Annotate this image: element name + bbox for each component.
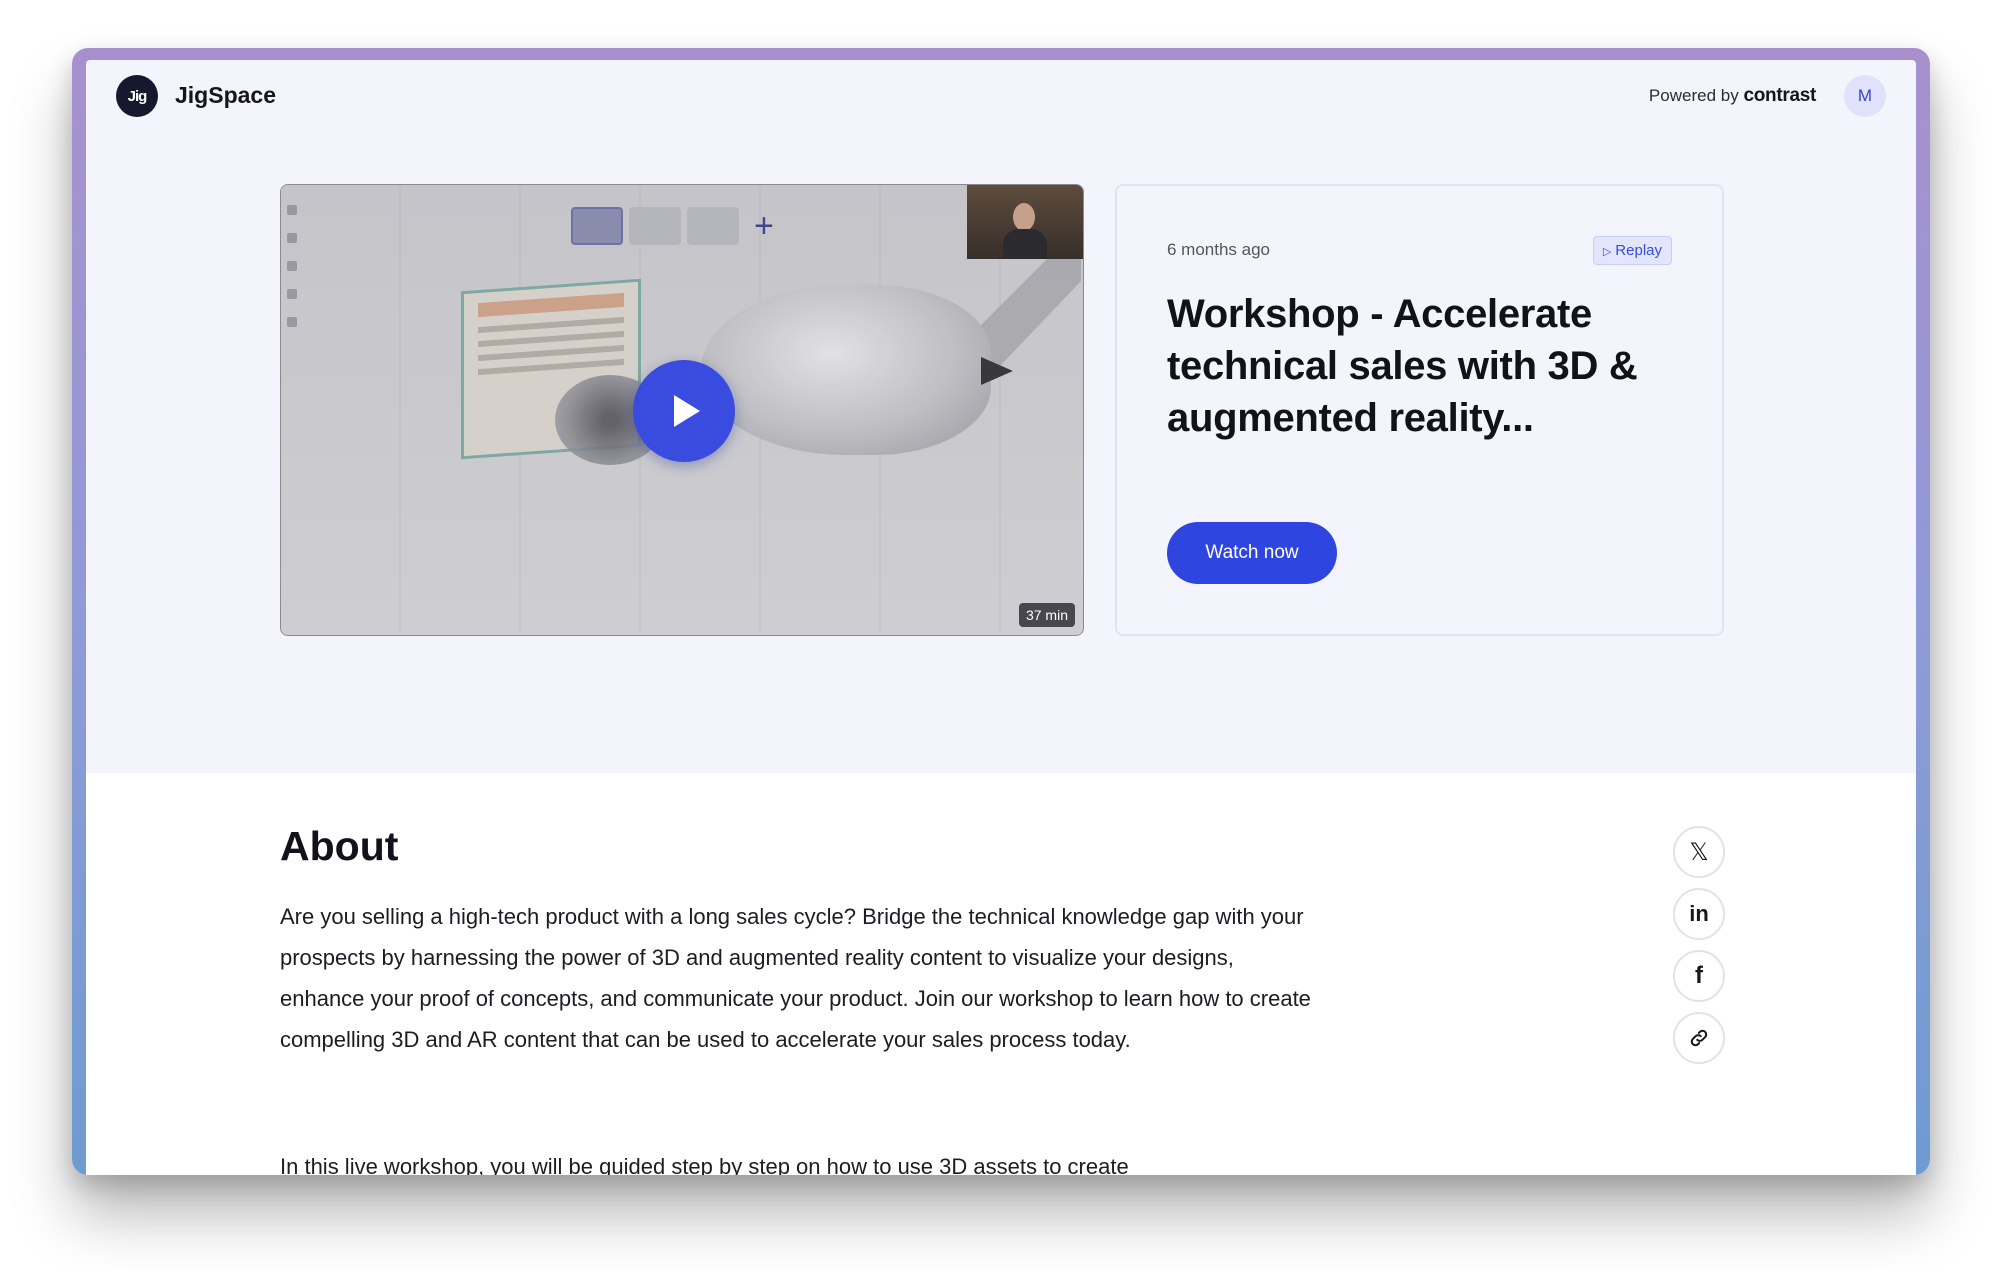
play-icon[interactable] [633, 360, 735, 462]
about-heading: About [280, 823, 399, 869]
link-icon [1690, 1029, 1708, 1047]
share-x-button[interactable]: 𝕏 [1673, 826, 1725, 878]
brand-name[interactable]: JigSpace [175, 82, 276, 109]
session-info-card: 6 months ago ▷ Replay Workshop - Accelera… [1115, 184, 1724, 636]
top-header: Jig JigSpace Powered by contrast M [86, 60, 1916, 136]
contrast-logo: contrast [1743, 85, 1816, 106]
about-paragraph-2: In this live workshop, you will be guide… [280, 1154, 1129, 1175]
facebook-icon: f [1695, 962, 1703, 989]
about-paragraph-1: Are you selling a high-tech product with… [280, 904, 1311, 1052]
page-viewport: Jig JigSpace Powered by contrast M + 37 … [86, 60, 1916, 1175]
copy-link-button[interactable] [1673, 1012, 1725, 1064]
replay-label: Replay [1615, 242, 1662, 259]
duration-badge: 37 min [1018, 603, 1075, 627]
video-thumbnail[interactable]: + 37 min [280, 184, 1084, 636]
share-facebook-button[interactable]: f [1673, 950, 1725, 1002]
linkedin-icon: in [1689, 901, 1709, 926]
user-avatar[interactable]: M [1844, 75, 1886, 117]
watch-now-button[interactable]: Watch now [1167, 522, 1337, 584]
powered-by[interactable]: Powered by contrast [1649, 85, 1816, 107]
x-icon: 𝕏 [1689, 838, 1709, 866]
powered-by-label: Powered by [1648, 86, 1739, 105]
posted-time: 6 months ago [1167, 240, 1271, 259]
play-outline-icon: ▷ [1602, 246, 1612, 258]
session-title: Workshop - Accelerate technical sales wi… [1167, 292, 1638, 440]
share-linkedin-button[interactable]: in [1673, 888, 1725, 940]
about-section: About Are you selling a high-tech produc… [86, 773, 1916, 1175]
jigspace-logo[interactable]: Jig [116, 75, 158, 117]
browser-window: Jig JigSpace Powered by contrast M + 37 … [72, 48, 1930, 1175]
replay-badge: ▷ Replay [1592, 236, 1672, 265]
